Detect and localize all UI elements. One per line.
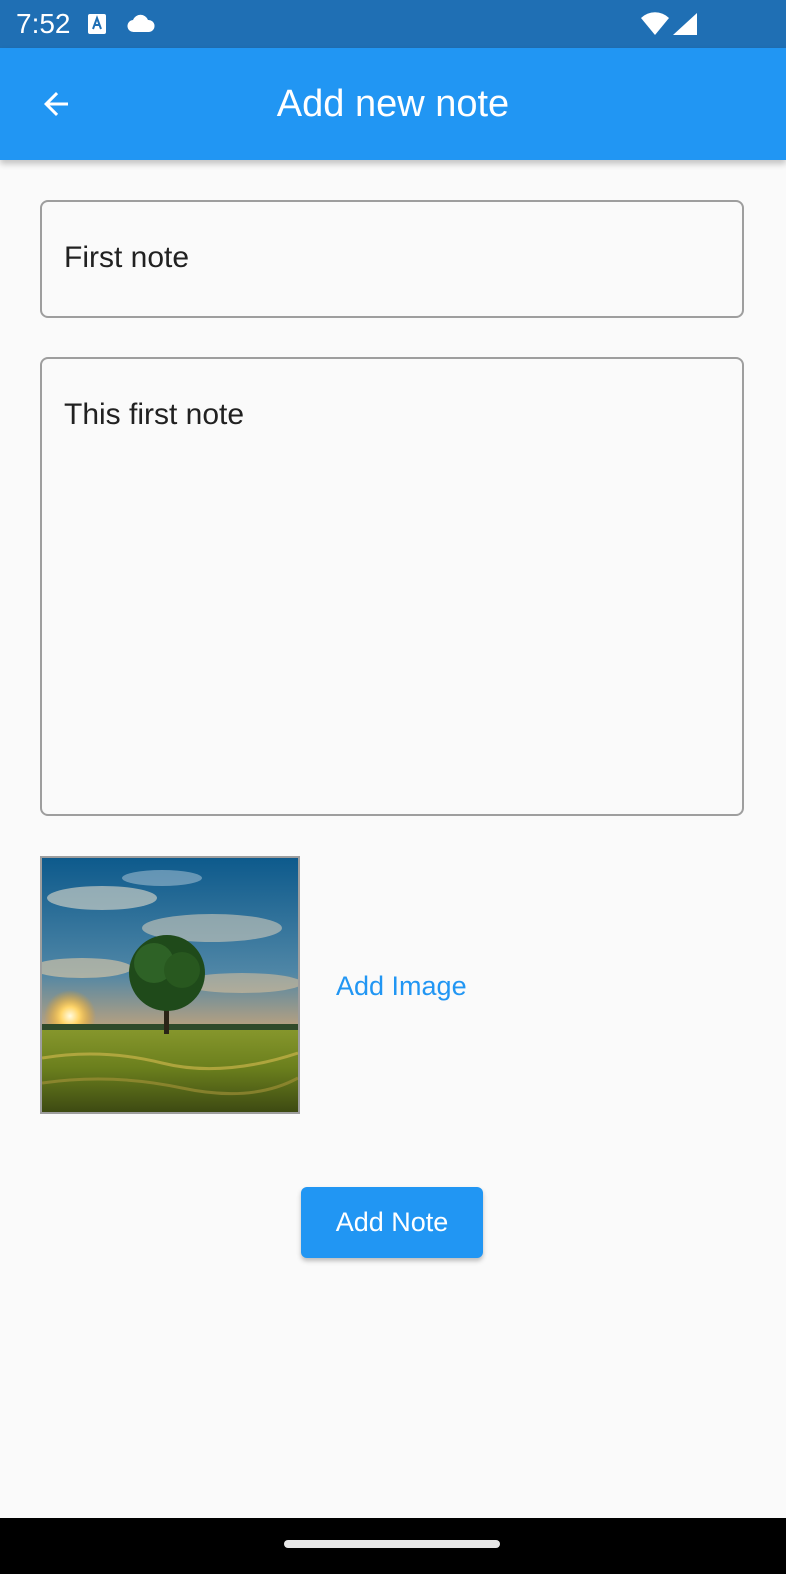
add-note-screen: 7:52 Add new note First note This first … (0, 0, 786, 1574)
add-note-button[interactable]: Add Note (301, 1187, 483, 1258)
home-indicator[interactable] (284, 1540, 500, 1548)
accessibility-a-icon (88, 14, 106, 34)
add-image-button[interactable]: Add Image (320, 960, 483, 1012)
title-field[interactable] (40, 200, 744, 318)
app-bar: Add new note (0, 48, 786, 160)
status-time: 7:52 (16, 8, 71, 39)
status-bar: 7:52 (0, 0, 786, 48)
cloud-icon (126, 14, 156, 34)
back-button[interactable] (30, 78, 82, 130)
wifi-icon (640, 12, 670, 36)
title-input[interactable] (64, 238, 720, 278)
page-title: Add new note (276, 83, 510, 125)
body-input[interactable]: This first note (64, 395, 720, 794)
arrow-back-icon (44, 92, 68, 116)
navigation-bar (0, 1518, 786, 1574)
signal-icon (672, 12, 698, 36)
body-field[interactable]: This first note (40, 357, 744, 816)
note-image (40, 856, 300, 1114)
